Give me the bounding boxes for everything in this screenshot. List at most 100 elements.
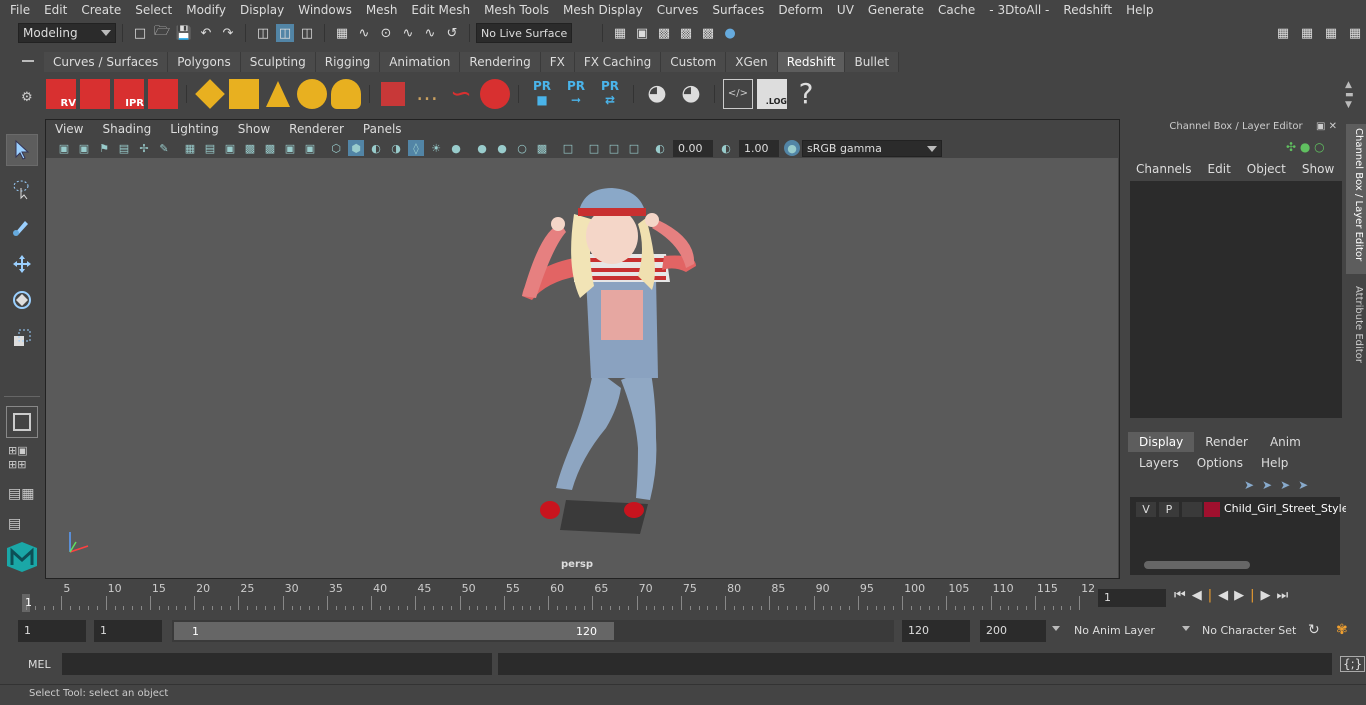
shadows-icon[interactable]: ☀ [428, 140, 444, 156]
play-backward-icon[interactable]: ◀ [1218, 588, 1234, 603]
motion-blur-icon[interactable]: ● [474, 140, 490, 156]
new-scene-icon[interactable]: □ [131, 24, 149, 42]
layer-menu-2[interactable]: Help [1252, 456, 1297, 470]
shelf-settings-icon[interactable]: ⚙ [21, 90, 33, 105]
smooth-shade-icon[interactable]: ⬢ [348, 140, 364, 156]
menu-item-11[interactable]: Curves [650, 3, 706, 17]
snap-plane-icon[interactable]: ∿ [399, 24, 417, 42]
undo-icon[interactable]: ↶ [197, 24, 215, 42]
anim-layer-dropdown[interactable]: No Anim Layer [1068, 620, 1172, 642]
four-view-layout-icon[interactable]: ⊞▣ ⊞⊞ [8, 444, 28, 472]
spot-light-icon[interactable] [263, 79, 293, 109]
field-chart-icon[interactable]: ▩ [262, 140, 278, 156]
portal-light-icon[interactable] [229, 79, 259, 109]
snap-grid-icon[interactable]: ▦ [333, 24, 351, 42]
channel-box-side-tab[interactable]: Channel Box / Layer Editor [1346, 124, 1366, 274]
layer-tab-2[interactable]: Anim [1259, 432, 1312, 452]
menu-item-15[interactable]: Generate [861, 3, 931, 17]
wireframe-icon[interactable]: ⬡ [328, 140, 344, 156]
menu-item-5[interactable]: Display [233, 3, 291, 17]
move-tool-icon[interactable] [6, 248, 38, 280]
outliner-layout-icon[interactable]: ▤▦ [8, 486, 34, 502]
playback-start-field[interactable]: 1 [94, 620, 162, 642]
animation-preferences-icon[interactable]: ✾ [1336, 622, 1348, 638]
cookie-icon[interactable]: ◕ [642, 79, 672, 109]
color-space-dropdown[interactable]: sRGB gamma [802, 139, 942, 157]
redo-icon[interactable]: ↷ [219, 24, 237, 42]
exposure-field[interactable]: 0.00 [673, 139, 713, 157]
render-sequence-icon[interactable] [80, 79, 110, 109]
hair-icon[interactable]: … [412, 79, 442, 109]
workspace-icon[interactable]: ▦ [1274, 24, 1292, 42]
range-slider-handle[interactable] [174, 622, 614, 640]
depth-of-field-icon[interactable]: ○ [514, 140, 530, 156]
select-tool-icon[interactable] [6, 134, 38, 166]
shelf-tab-9[interactable]: XGen [726, 52, 778, 72]
layer-menu-0[interactable]: Layers [1130, 456, 1188, 470]
channel-box-menu-3[interactable]: Show [1294, 162, 1342, 176]
layer-display-type[interactable] [1182, 502, 1202, 517]
perspective-viewport[interactable] [46, 158, 1118, 578]
two-d-pan-icon[interactable]: ✢ [136, 140, 152, 156]
playback-end-field[interactable]: 120 [902, 620, 970, 642]
layer-visibility-toggle[interactable]: V [1136, 502, 1156, 517]
render-view-rv-icon[interactable]: RV [46, 79, 76, 109]
layer-tab-1[interactable]: Render [1194, 432, 1259, 452]
viewport-menu-1[interactable]: Shading [93, 122, 161, 136]
shelf-tab-3[interactable]: Rigging [315, 52, 381, 72]
shelf-tab-4[interactable]: Animation [380, 52, 461, 72]
film-gate-icon[interactable]: ▤ [202, 140, 218, 156]
channel-box-menu-0[interactable]: Channels [1128, 162, 1200, 176]
step-back-key-icon[interactable]: ◀ [1192, 588, 1208, 603]
image-plane-icon[interactable]: ▤ [116, 140, 132, 156]
dome-light-icon[interactable] [297, 79, 327, 109]
live-surface-field[interactable]: No Live Surface [476, 23, 572, 43]
menu-item-16[interactable]: Cache [931, 3, 982, 17]
menu-item-6[interactable]: Windows [291, 3, 359, 17]
command-input[interactable] [62, 653, 492, 675]
layer-tab-0[interactable]: Display [1128, 432, 1195, 452]
menu-item-9[interactable]: Mesh Tools [477, 3, 556, 17]
safe-title-icon[interactable]: ▣ [302, 140, 318, 156]
channel-list[interactable] [1130, 181, 1342, 418]
viewport-menu-0[interactable]: View [46, 122, 93, 136]
time-slider[interactable]: 5 10 15 20 25 30 35 40 45 50 55 60 65 70 75 80 85 90 95 100… [22, 580, 1095, 612]
shelf-tab-10[interactable]: Redshift [777, 52, 846, 72]
shelf-scroll-icon[interactable]: ▲ ▬ ▼ [1345, 80, 1354, 110]
shelf-tab-8[interactable]: Custom [661, 52, 727, 72]
current-frame-field[interactable]: 1 [1098, 589, 1166, 607]
layout-icon-3[interactable]: ▦ [1346, 24, 1364, 42]
animation-end-field[interactable]: 200 [980, 620, 1046, 642]
textured-icon[interactable]: ◑ [388, 140, 404, 156]
go-to-end-icon[interactable]: ⏭ [1276, 588, 1294, 603]
grease-pencil-icon[interactable]: ✎ [156, 140, 172, 156]
select-component-icon[interactable]: ◫ [298, 24, 316, 42]
wireframe-on-shaded-icon[interactable]: ◐ [368, 140, 384, 156]
bookmark-icon[interactable]: ⚑ [96, 140, 112, 156]
menu-item-13[interactable]: Deform [771, 3, 830, 17]
xray-icon[interactable]: □ [560, 140, 576, 156]
menu-item-17[interactable]: - 3DtoAll - [982, 3, 1056, 17]
manipulator-icon[interactable]: ✣ ● ○ [1286, 140, 1325, 154]
menu-item-18[interactable]: Redshift [1056, 3, 1119, 17]
select-camera-icon[interactable]: ▣ [56, 140, 72, 156]
character-set-dropdown[interactable]: No Character Set [1196, 620, 1300, 642]
ipr-icon[interactable]: IPR [114, 79, 144, 109]
anim-end-dropdown-icon[interactable] [1052, 626, 1060, 631]
single-perspective-layout-icon[interactable] [6, 406, 38, 438]
lasso-tool-icon[interactable] [6, 173, 38, 205]
help-icon[interactable]: ? [791, 79, 821, 109]
channel-box-menu-1[interactable]: Edit [1200, 162, 1239, 176]
script-editor-icon[interactable]: </> [723, 79, 753, 109]
step-back-frame-icon[interactable]: | [1208, 588, 1218, 603]
shelf-tab-2[interactable]: Sculpting [240, 52, 316, 72]
menu-item-8[interactable]: Edit Mesh [404, 3, 477, 17]
shelf-tab-11[interactable]: Bullet [845, 52, 900, 72]
shelf-tab-7[interactable]: FX Caching [574, 52, 662, 72]
select-object-icon[interactable]: ◫ [276, 24, 294, 42]
backface-culling-icon[interactable]: □ [626, 140, 642, 156]
play-forward-icon[interactable]: ▶ [1234, 588, 1250, 603]
float-panel-icon[interactable]: ▣ ✕ [1316, 121, 1337, 132]
grid-icon[interactable]: ▦ [182, 140, 198, 156]
menu-item-14[interactable]: UV [830, 3, 861, 17]
